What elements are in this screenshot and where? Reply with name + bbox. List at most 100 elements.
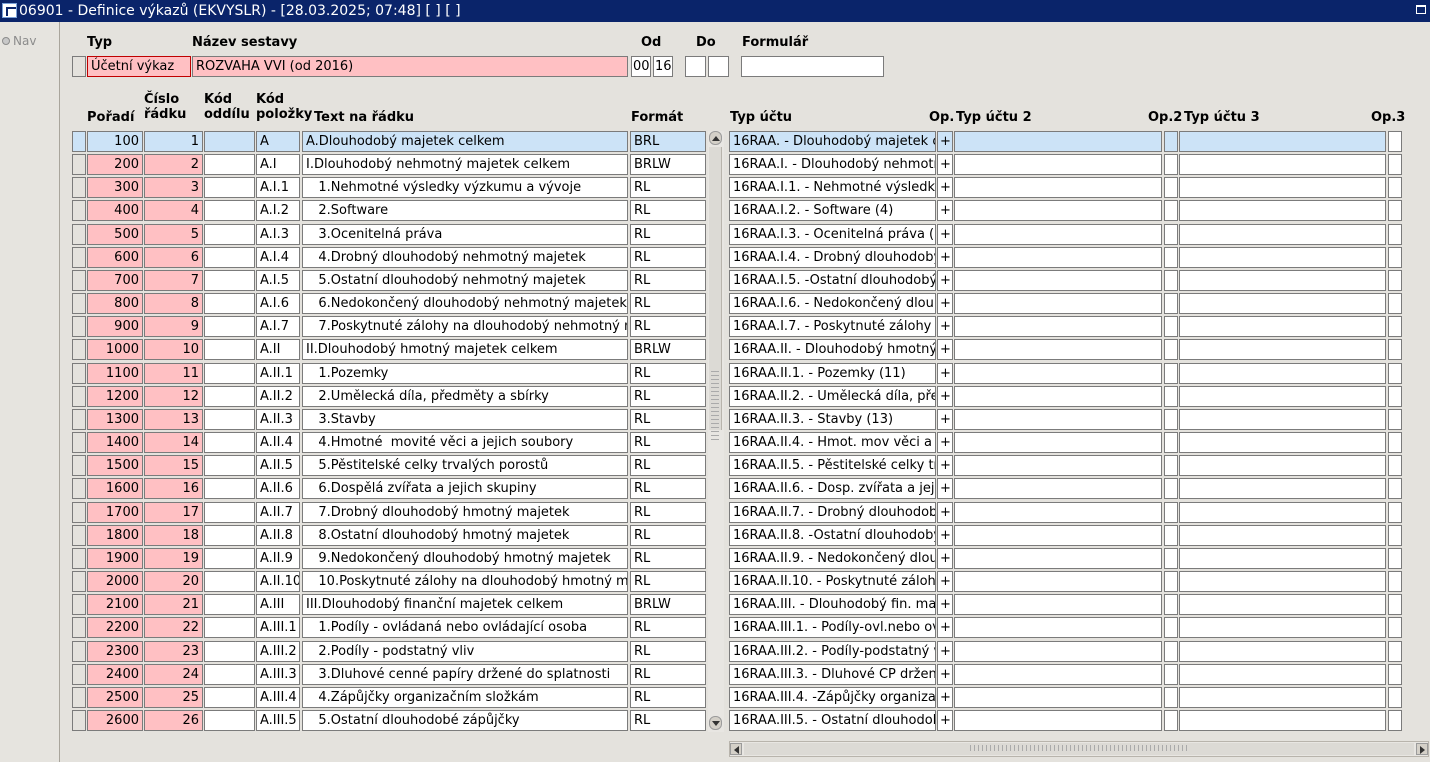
typ-uctu-3-cell[interactable]	[1179, 293, 1386, 314]
kod-polozky-cell[interactable]: A.I.5	[256, 270, 300, 291]
typ-uctu-cell[interactable]: 16RAA.III.2. - Podíly-podstatný vliv	[729, 641, 936, 662]
row-selector[interactable]	[72, 224, 86, 245]
poradi-cell[interactable]: 1300	[87, 409, 143, 430]
kod-polozky-cell[interactable]: A.I.2	[256, 200, 300, 221]
kod-polozky-cell[interactable]: A.III.3	[256, 664, 300, 685]
row-selector[interactable]	[72, 455, 86, 476]
poradi-cell[interactable]: 2000	[87, 571, 143, 592]
typ-uctu-2-cell[interactable]	[954, 293, 1162, 314]
typ-uctu-2-cell[interactable]	[954, 548, 1162, 569]
poradi-cell[interactable]: 900	[87, 316, 143, 337]
do-field-1[interactable]	[685, 56, 706, 77]
op-3-cell[interactable]	[1388, 154, 1402, 175]
row-selector[interactable]	[72, 154, 86, 175]
format-cell[interactable]: RL	[630, 200, 706, 221]
text-cell[interactable]: 6.Nedokončený dlouhodobý nehmotný majete…	[302, 293, 628, 314]
op-3-cell[interactable]	[1388, 432, 1402, 453]
op-2-cell[interactable]	[1164, 617, 1178, 638]
typ-uctu-2-cell[interactable]	[954, 687, 1162, 708]
typ-uctu-3-cell[interactable]	[1179, 409, 1386, 430]
format-cell[interactable]: RL	[630, 641, 706, 662]
op-2-cell[interactable]	[1164, 455, 1178, 476]
kod-oddilu-cell[interactable]	[204, 455, 255, 476]
kod-oddilu-cell[interactable]	[204, 386, 255, 407]
text-cell[interactable]: II.Dlouhodobý hmotný majetek celkem	[302, 339, 628, 360]
kod-oddilu-cell[interactable]	[204, 687, 255, 708]
op-2-cell[interactable]	[1164, 224, 1178, 245]
typ-uctu-3-cell[interactable]	[1179, 316, 1386, 337]
cislo-radku-cell[interactable]: 11	[144, 363, 203, 384]
scroll-right-icon[interactable]	[1416, 743, 1428, 755]
poradi-cell[interactable]: 1500	[87, 455, 143, 476]
kod-polozky-cell[interactable]: A.III.5	[256, 710, 300, 731]
kod-polozky-cell[interactable]: A.I	[256, 154, 300, 175]
kod-polozky-cell[interactable]: A.III.1	[256, 617, 300, 638]
row-selector[interactable]	[72, 386, 86, 407]
op-2-cell[interactable]	[1164, 502, 1178, 523]
op-cell[interactable]: +	[937, 247, 953, 268]
op-cell[interactable]: +	[937, 710, 953, 731]
cislo-radku-cell[interactable]: 23	[144, 641, 203, 662]
typ-uctu-cell[interactable]: 16RAA.III.3. - Dluhové CP držené do	[729, 664, 936, 685]
text-cell[interactable]: 2.Umělecká díla, předměty a sbírky	[302, 386, 628, 407]
poradi-cell[interactable]: 300	[87, 177, 143, 198]
format-cell[interactable]: RL	[630, 409, 706, 430]
op-2-cell[interactable]	[1164, 131, 1178, 152]
text-cell[interactable]: 6.Dospělá zvířata a jejich skupiny	[302, 478, 628, 499]
kod-polozky-cell[interactable]: A.II.9	[256, 548, 300, 569]
kod-polozky-cell[interactable]: A.II.6	[256, 478, 300, 499]
text-cell[interactable]: 5.Pěstitelské celky trvalých porostů	[302, 455, 628, 476]
typ-uctu-cell[interactable]: 16RAA.II.5. - Pěstitelské celky trv por	[729, 455, 936, 476]
row-selector[interactable]	[72, 339, 86, 360]
op-cell[interactable]: +	[937, 363, 953, 384]
poradi-cell[interactable]: 1100	[87, 363, 143, 384]
typ-uctu-cell[interactable]: 16RAA.II.1. - Pozemky (11)	[729, 363, 936, 384]
row-selector[interactable]	[72, 617, 86, 638]
op-2-cell[interactable]	[1164, 478, 1178, 499]
typ-uctu-3-cell[interactable]	[1179, 177, 1386, 198]
op-3-cell[interactable]	[1388, 687, 1402, 708]
row-selector[interactable]	[72, 363, 86, 384]
row-selector[interactable]	[72, 293, 86, 314]
typ-uctu-3-cell[interactable]	[1179, 594, 1386, 615]
poradi-cell[interactable]: 2600	[87, 710, 143, 731]
typ-uctu-2-cell[interactable]	[954, 502, 1162, 523]
kod-oddilu-cell[interactable]	[204, 339, 255, 360]
op-3-cell[interactable]	[1388, 386, 1402, 407]
typ-uctu-cell[interactable]: 16RAA.III.1. - Podíly-ovl.nebo ovládajíc…	[729, 617, 936, 638]
poradi-cell[interactable]: 2500	[87, 687, 143, 708]
op-2-cell[interactable]	[1164, 594, 1178, 615]
kod-oddilu-cell[interactable]	[204, 131, 255, 152]
row-selector[interactable]	[72, 316, 86, 337]
text-cell[interactable]: 1.Podíly - ovládaná nebo ovládající osob…	[302, 617, 628, 638]
text-cell[interactable]: 2.Software	[302, 200, 628, 221]
kod-polozky-cell[interactable]: A.II.4	[256, 432, 300, 453]
poradi-cell[interactable]: 500	[87, 224, 143, 245]
text-cell[interactable]: 7.Drobný dlouhodobý hmotný majetek	[302, 502, 628, 523]
op-3-cell[interactable]	[1388, 455, 1402, 476]
poradi-cell[interactable]: 1600	[87, 478, 143, 499]
text-cell[interactable]: 3.Stavby	[302, 409, 628, 430]
typ-uctu-3-cell[interactable]	[1179, 270, 1386, 291]
op-2-cell[interactable]	[1164, 270, 1178, 291]
typ-uctu-2-cell[interactable]	[954, 386, 1162, 407]
text-cell[interactable]: 3.Ocenitelná práva	[302, 224, 628, 245]
row-selector[interactable]	[72, 247, 86, 268]
op-2-cell[interactable]	[1164, 687, 1178, 708]
typ-uctu-cell[interactable]: 16RAA.II.9. - Nedokončený dlouhodobý	[729, 548, 936, 569]
typ-uctu-3-cell[interactable]	[1179, 432, 1386, 453]
od-field-1[interactable]: 00	[631, 56, 651, 77]
kod-polozky-cell[interactable]: A.I.1	[256, 177, 300, 198]
op-2-cell[interactable]	[1164, 525, 1178, 546]
row-selector[interactable]	[72, 664, 86, 685]
kod-oddilu-cell[interactable]	[204, 200, 255, 221]
text-cell[interactable]: 9.Nedokončený dlouhodobý hmotný majetek	[302, 548, 628, 569]
kod-oddilu-cell[interactable]	[204, 177, 255, 198]
typ-uctu-2-cell[interactable]	[954, 270, 1162, 291]
row-selector[interactable]	[72, 710, 86, 731]
format-cell[interactable]: RL	[630, 247, 706, 268]
poradi-cell[interactable]: 1900	[87, 548, 143, 569]
op-cell[interactable]: +	[937, 131, 953, 152]
kod-oddilu-cell[interactable]	[204, 502, 255, 523]
op-3-cell[interactable]	[1388, 363, 1402, 384]
